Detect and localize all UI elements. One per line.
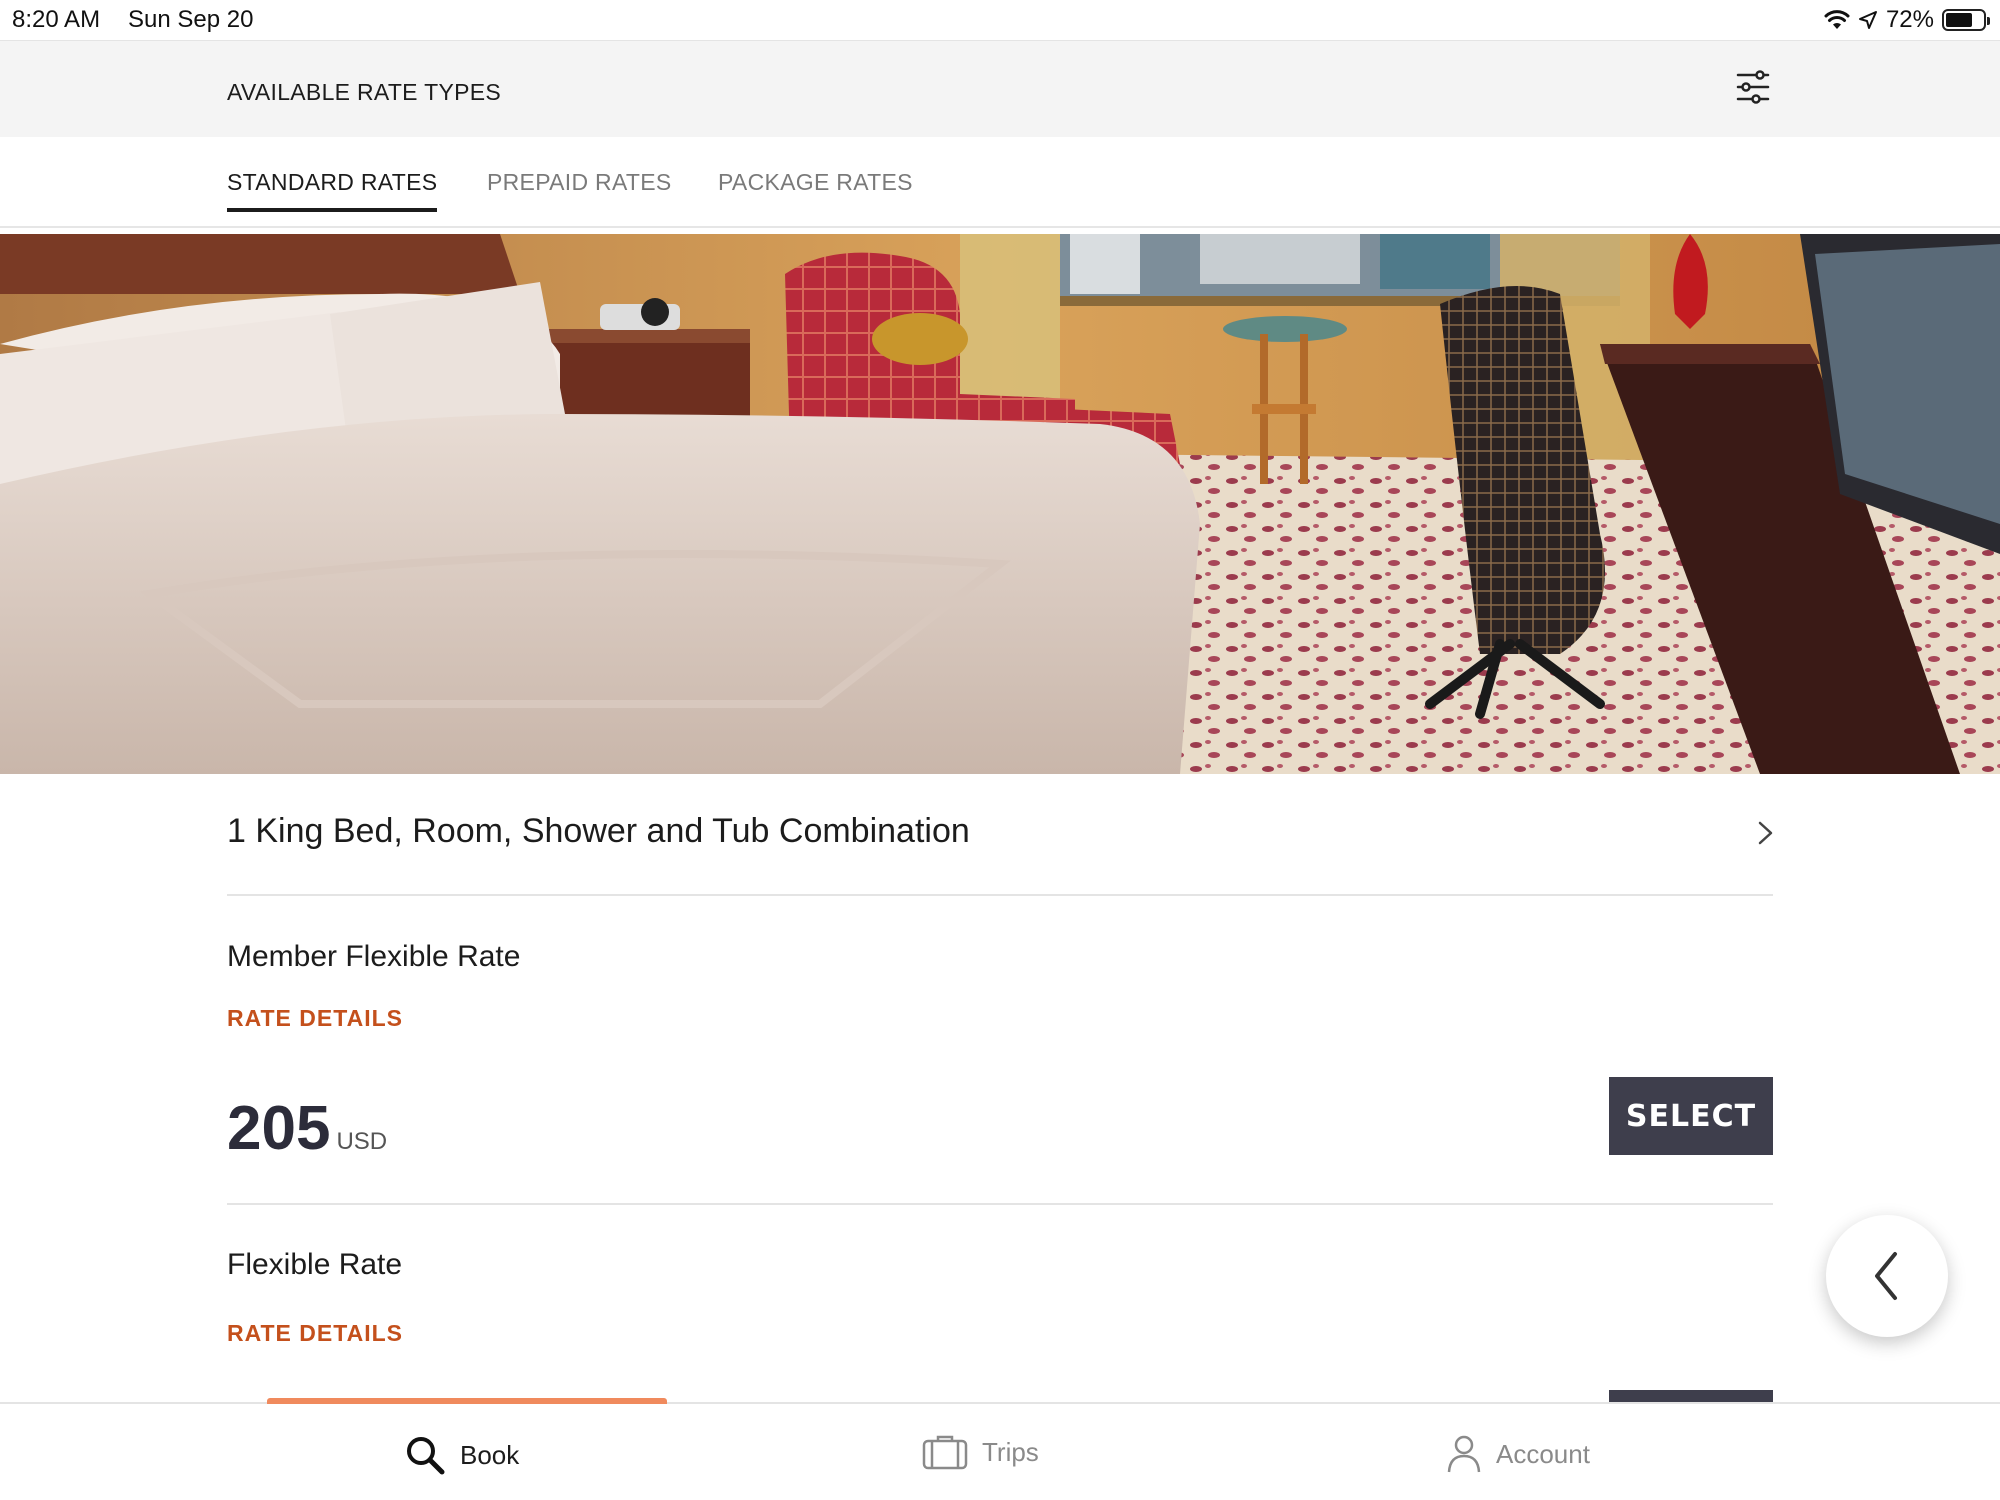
status-date: Sun Sep 20 bbox=[128, 6, 254, 33]
room-title[interactable]: 1 King Bed, Room, Shower and Tub Combina… bbox=[227, 812, 970, 851]
select-button[interactable]: SELECT bbox=[1609, 1077, 1773, 1155]
suitcase-icon bbox=[922, 1435, 968, 1470]
tab-standard-rates[interactable]: STANDARD RATES bbox=[227, 169, 438, 212]
person-icon bbox=[1447, 1435, 1481, 1473]
rate-name: Flexible Rate bbox=[227, 1248, 403, 1281]
status-bar: 8:20 AM Sun Sep 20 72% bbox=[0, 0, 2000, 40]
sliders-icon bbox=[1736, 70, 1770, 104]
chevron-right-icon[interactable] bbox=[1752, 818, 1778, 848]
battery-percent: 72% bbox=[1885, 6, 1934, 33]
page-header: AVAILABLE RATE TYPES bbox=[0, 40, 2000, 137]
select-button-partial[interactable] bbox=[1609, 1390, 1773, 1402]
nav-label: Trips bbox=[982, 1436, 1039, 1467]
chevron-left-icon bbox=[1875, 1252, 1897, 1300]
tab-prepaid-rates[interactable]: PREPAID RATES bbox=[487, 169, 672, 208]
divider bbox=[227, 1203, 1773, 1205]
bottom-nav: Book Trips Account bbox=[0, 1398, 2000, 1500]
room-photo bbox=[0, 234, 2000, 774]
status-time: 8:20 AM bbox=[12, 6, 101, 33]
rate-name: Member Flexible Rate bbox=[227, 940, 521, 973]
filter-button[interactable] bbox=[1728, 65, 1778, 109]
rate-details-link[interactable]: RATE DETAILS bbox=[227, 1005, 403, 1032]
back-button[interactable] bbox=[1826, 1215, 1948, 1337]
nav-label: Book bbox=[460, 1439, 520, 1470]
price-currency: USD bbox=[336, 1128, 388, 1155]
battery-icon bbox=[1942, 9, 1990, 31]
status-indicators: 72% bbox=[1824, 5, 1990, 35]
tab-package-rates[interactable]: PACKAGE RATES bbox=[718, 169, 913, 208]
rate-price: 205 USD bbox=[227, 1093, 387, 1164]
nav-label: Account bbox=[1496, 1438, 1590, 1469]
divider bbox=[227, 894, 1773, 896]
location-arrow-icon bbox=[1858, 11, 1877, 29]
nav-trips[interactable]: Trips bbox=[922, 1434, 1039, 1470]
page-title: AVAILABLE RATE TYPES bbox=[227, 79, 502, 105]
active-tab-indicator bbox=[267, 1398, 667, 1404]
search-icon bbox=[407, 1437, 445, 1475]
rate-type-tabs: STANDARD RATES PREPAID RATES PACKAGE RAT… bbox=[0, 137, 2000, 228]
wifi-icon bbox=[1824, 10, 1850, 29]
price-amount: 205 bbox=[227, 1094, 331, 1163]
nav-book[interactable]: Book bbox=[404, 1434, 519, 1476]
rate-details-link[interactable]: RATE DETAILS bbox=[227, 1320, 403, 1347]
nav-account[interactable]: Account bbox=[1446, 1434, 1590, 1474]
